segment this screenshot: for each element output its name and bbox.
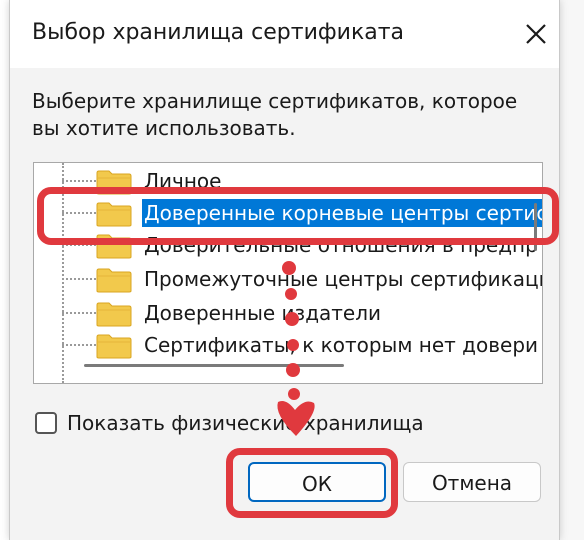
screenshot-stage: Выбор хранилища сертификата Выберите хра…: [0, 0, 584, 540]
arrow-head: [277, 401, 315, 436]
arrow-dot: [282, 261, 296, 275]
arrow-dot: [287, 339, 299, 351]
arrow-dot: [288, 388, 300, 400]
annotation-arrow: [277, 261, 315, 436]
arrow-dot: [285, 288, 297, 300]
arrow-dot: [286, 363, 300, 377]
arrow-dot: [285, 312, 299, 326]
